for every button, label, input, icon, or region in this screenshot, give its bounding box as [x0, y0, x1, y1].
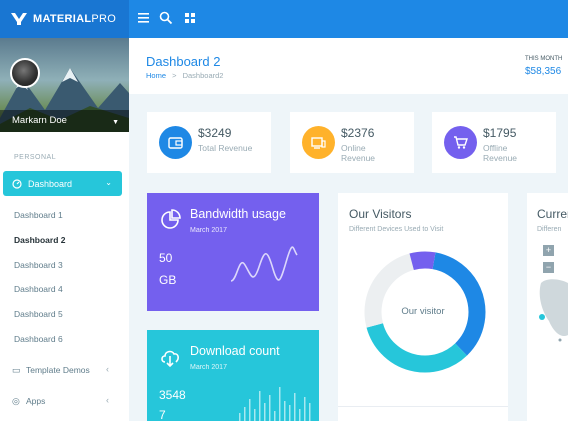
brand-logo[interactable]: MATERIALPRO	[0, 0, 129, 38]
sparkline-bar	[269, 395, 271, 421]
brand-name: MATERIALPRO	[33, 13, 116, 25]
breadcrumb-current: Dashboard2	[182, 71, 224, 80]
menu-icon[interactable]	[137, 11, 151, 25]
bar-sparkline	[239, 387, 311, 421]
stat-value: $1795	[483, 126, 517, 140]
donut-center-label: Our visitor	[401, 306, 445, 317]
apps-icon: ◎	[12, 396, 20, 406]
sparkline-bar	[264, 403, 266, 421]
sparkline-bar	[279, 387, 281, 421]
download-title: Download count	[190, 344, 280, 358]
sidebar-item-dashboard-5[interactable]: Dashboard 5	[14, 309, 63, 319]
sidebar-item-dashboard-1[interactable]: Dashboard 1	[14, 210, 63, 220]
laptop-icon: ▭	[12, 365, 21, 375]
brand-name-light: PRO	[91, 13, 117, 25]
user-profile: Markarn Doe ▼	[0, 38, 129, 132]
stat-label: Offline Revenue	[483, 143, 518, 163]
sparkline-bar	[289, 405, 291, 421]
stat-card-online: $2376 Online Revenue	[290, 112, 414, 173]
page-header: Dashboard 2 Home > Dashboard2 THIS MONTH…	[129, 38, 568, 94]
sparkline-bar	[299, 409, 301, 421]
stat-card-offline: $1795 Offline Revenue	[432, 112, 556, 173]
stat-value: $2376	[341, 126, 375, 140]
logo-icon	[11, 13, 27, 25]
caret-down-icon[interactable]: ▼	[112, 119, 119, 126]
visitors-card: Our Visitors Different Devices Used to V…	[338, 193, 508, 421]
profile-name[interactable]: Markarn Doe	[0, 110, 129, 132]
pie-chart-icon	[161, 209, 181, 229]
sidebar-item-dashboard-4[interactable]: Dashboard 4	[14, 284, 63, 294]
stat-label: Total Revenue	[198, 143, 253, 153]
sparkline-bar	[294, 393, 296, 421]
cloud-download-icon	[161, 350, 179, 368]
sparkline-bar	[239, 413, 241, 421]
sidebar-item-apps[interactable]: Apps	[26, 396, 45, 406]
cart-icon	[444, 126, 477, 159]
breadcrumb-separator: >	[172, 71, 177, 80]
zoom-out-button[interactable]: −	[543, 262, 554, 273]
page-title: Dashboard 2	[146, 54, 221, 69]
visitors-subtitle: Different Devices Used to Visit	[349, 226, 444, 233]
month-label: THIS MONTH	[525, 56, 563, 62]
wallet-icon	[159, 126, 192, 159]
brand-name-bold: MATERIAL	[33, 13, 92, 25]
search-icon[interactable]	[159, 11, 173, 25]
sparkline-bar	[254, 409, 256, 421]
sidebar-item-dashboard-3[interactable]: Dashboard 3	[14, 260, 63, 270]
top-navbar: MATERIALPRO	[0, 0, 568, 38]
breadcrumb-home[interactable]: Home	[146, 71, 166, 80]
section-label: PERSONAL	[14, 154, 57, 161]
sidebar-item-dashboard-6[interactable]: Dashboard 6	[14, 334, 63, 344]
zoom-in-button[interactable]: +	[543, 245, 554, 256]
download-date: March 2017	[190, 364, 227, 371]
chevron-left-icon: ‹	[106, 364, 109, 374]
bandwidth-title: Bandwidth usage	[190, 207, 286, 221]
download-value-cont: 7	[159, 408, 166, 421]
monitor-icon	[302, 126, 335, 159]
sparkline-bar	[274, 411, 276, 421]
bandwidth-value: 50	[159, 251, 173, 265]
month-value: $58,356	[525, 66, 562, 77]
chevron-left-icon: ‹	[106, 395, 109, 405]
world-map	[539, 279, 568, 342]
sidebar-item-label: Dashboard	[28, 178, 73, 189]
sparkline-bar	[249, 399, 251, 421]
sparkline-bar	[309, 403, 311, 421]
sidebar-item-template-demos[interactable]: Template Demos	[26, 365, 90, 375]
sparkline-bar	[259, 391, 261, 421]
map-subtitle: Differen	[537, 226, 562, 233]
avatar[interactable]	[10, 58, 40, 88]
gauge-icon	[12, 178, 22, 189]
chevron-down-icon: ⌄	[105, 178, 112, 187]
sparkline-bar	[244, 407, 246, 421]
sparkline-bar	[284, 401, 286, 421]
map-title: Curren	[537, 207, 568, 221]
grid-icon[interactable]	[183, 11, 197, 25]
stat-card-total: $3249 Total Revenue	[147, 112, 271, 173]
bandwidth-date: March 2017	[190, 227, 227, 234]
stat-label: Online Revenue	[341, 143, 376, 163]
wave-sparkline	[230, 246, 298, 282]
stat-value: $3249	[198, 126, 232, 140]
download-card: Download count March 2017 3548 7	[147, 330, 319, 421]
bandwidth-card: Bandwidth usage March 2017 50 GB	[147, 193, 319, 311]
download-value: 3548	[159, 388, 186, 402]
bandwidth-unit: GB	[159, 273, 177, 287]
breadcrumb: Home > Dashboard2	[146, 71, 223, 80]
divider	[338, 406, 508, 407]
map-card: Curren Differen + −	[527, 193, 568, 421]
visitors-title: Our Visitors	[349, 207, 412, 221]
sidebar: Markarn Doe ▼ PERSONAL Dashboard ⌄ Dashb…	[0, 38, 129, 421]
sparkline-bar	[304, 397, 306, 421]
sidebar-item-dashboard-2[interactable]: Dashboard 2	[14, 235, 66, 245]
sidebar-item-dashboard[interactable]: Dashboard ⌄	[3, 171, 122, 196]
